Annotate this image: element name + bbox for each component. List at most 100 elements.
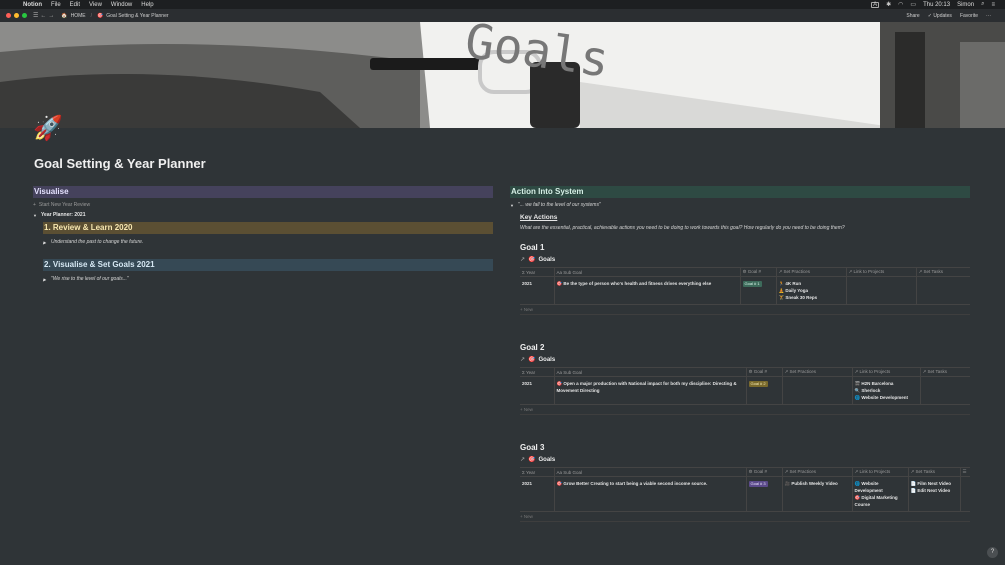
favorite-button[interactable]: Favorite: [960, 13, 978, 19]
cell-sub-goal[interactable]: 🎯 Be the type of person who's health and…: [554, 276, 741, 305]
cell-projects[interactable]: [846, 276, 917, 305]
cell-practices[interactable]: 🎥 Publish Weekly Video: [782, 476, 853, 512]
menu-window[interactable]: Window: [111, 2, 132, 8]
cell-tasks[interactable]: 📄 Film Next Video 📄 Edit Next Video: [908, 476, 961, 512]
goal-1-heading[interactable]: Goal 1: [520, 243, 970, 252]
col-goal-num[interactable]: ⚙ Goal #: [746, 467, 783, 477]
clock[interactable]: Thu 20:13: [923, 2, 950, 8]
practice-item[interactable]: 🎥 Publish Weekly Video: [785, 480, 850, 487]
cell-goal-num[interactable]: Goal # 3: [746, 476, 783, 512]
project-item[interactable]: 🎬 H2N Barcelona: [855, 380, 918, 387]
col-goal-num[interactable]: ⚙ Goal #: [740, 267, 777, 277]
practice-item[interactable]: 🏋 Sneak 30 Reps: [779, 294, 844, 301]
search-icon[interactable]: ⌕: [981, 1, 984, 8]
project-item[interactable]: 🌐 Website Development: [855, 480, 906, 494]
year-planner-toggle[interactable]: ▼ Year Planner: 2021: [33, 212, 493, 218]
bluetooth-icon[interactable]: ✱: [886, 1, 891, 8]
rocket-icon[interactable]: 🚀: [33, 115, 63, 143]
cell-sub-goal[interactable]: 🎯 Open a major production with National …: [554, 376, 747, 405]
battery-icon[interactable]: ▭: [910, 1, 916, 8]
user-name[interactable]: Simon: [957, 2, 974, 8]
cell-sub-goal[interactable]: 🎯 Grow Better Creating to start being a …: [554, 476, 747, 512]
menu-edit[interactable]: Edit: [70, 2, 80, 8]
cell-practices[interactable]: 🏃 4K Run 🧘 Daily Yoga 🏋 Sneak 30 Reps: [776, 276, 847, 305]
cell-projects[interactable]: 🎬 H2N Barcelona 🔍 Sherlock 🌐 Website Dev…: [852, 376, 921, 405]
menu-view[interactable]: View: [89, 2, 102, 8]
zoom-window-button[interactable]: [22, 13, 27, 18]
cell-goal-num[interactable]: Goal # 1: [740, 276, 777, 305]
cell-projects[interactable]: 🌐 Website Development 🎯 Digital Marketin…: [852, 476, 909, 512]
col-link-projects[interactable]: ↗ Link to Projects: [852, 467, 909, 477]
table-row[interactable]: 2021 🎯 Grow Better Creating to start bei…: [520, 476, 970, 512]
close-window-button[interactable]: [6, 13, 11, 18]
cell-goal-num[interactable]: Goal # 2: [746, 376, 783, 405]
new-row-button[interactable]: + New: [520, 305, 970, 315]
breadcrumb-home[interactable]: HOME: [71, 13, 86, 19]
keyboard-icon[interactable]: A: [871, 1, 880, 8]
col-set-practices[interactable]: ↗ Set Practices: [776, 267, 847, 277]
page-title[interactable]: Goal Setting & Year Planner: [34, 156, 206, 171]
project-item[interactable]: 🔍 Sherlock: [855, 387, 918, 394]
breadcrumb-page[interactable]: Goal Setting & Year Planner: [106, 13, 168, 19]
cell-year[interactable]: 2021: [520, 276, 555, 305]
cell-tasks[interactable]: [916, 276, 970, 305]
cover-image[interactable]: Goals: [0, 22, 1005, 128]
toggle-closed-icon[interactable]: ▶: [43, 277, 49, 282]
table-row[interactable]: 2021 🎯 Be the type of person who's healt…: [520, 276, 970, 305]
toggle-open-icon[interactable]: ▼: [510, 203, 516, 208]
col-link-projects[interactable]: ↗ Link to Projects: [852, 367, 921, 377]
sidebar-toggle-icon[interactable]: ☰←→: [33, 12, 56, 19]
action-heading[interactable]: Action Into System: [510, 186, 970, 198]
help-icon[interactable]: ?: [987, 547, 998, 558]
key-actions-heading[interactable]: Key Actions: [520, 214, 970, 221]
toggle-closed-icon[interactable]: ▶: [43, 240, 49, 245]
more-icon[interactable]: ···: [986, 13, 991, 19]
cell-year[interactable]: 2021: [520, 476, 555, 512]
minimize-window-button[interactable]: [14, 13, 19, 18]
visualise-heading[interactable]: Visualise: [33, 186, 493, 198]
col-sub-goal[interactable]: Aa Sub Goal: [554, 267, 741, 277]
updates-button[interactable]: ✓ Updates: [928, 13, 952, 19]
col-year[interactable]: Σ Year: [520, 267, 555, 277]
col-set-tasks[interactable]: ↗ Set Tasks: [908, 467, 961, 477]
col-year[interactable]: Σ Year: [520, 467, 555, 477]
col-sub-goal[interactable]: Aa Sub Goal: [554, 467, 747, 477]
cell-year[interactable]: 2021: [520, 376, 555, 405]
practice-item[interactable]: 🏃 4K Run: [779, 280, 844, 287]
project-item[interactable]: 🎯 Digital Marketing Course: [855, 494, 906, 508]
goal-2-heading[interactable]: Goal 2: [520, 343, 970, 352]
col-set-practices[interactable]: ↗ Set Practices: [782, 467, 853, 477]
col-set-tasks[interactable]: ↗ Set Tasks: [916, 267, 970, 277]
cell-practices[interactable]: [782, 376, 853, 405]
control-center-icon[interactable]: ≡: [991, 2, 995, 8]
systems-toggle[interactable]: ▼ "... we fall to the level of our syste…: [510, 202, 970, 208]
review-toggle[interactable]: ▶ Understand the past to change the futu…: [43, 239, 493, 245]
visualise-goals-heading[interactable]: 2. Visualise & Set Goals 2021: [43, 259, 493, 271]
goal-2-db-title[interactable]: ↗ 🎯 Goals: [520, 356, 970, 364]
new-row-button[interactable]: + New: [520, 405, 970, 415]
toggle-open-icon[interactable]: ▼: [33, 213, 39, 218]
table-row[interactable]: 2021 🎯 Open a major production with Nati…: [520, 376, 970, 405]
col-extra[interactable]: ☰: [960, 467, 970, 477]
cell-tasks[interactable]: [920, 376, 970, 405]
menu-file[interactable]: File: [51, 2, 61, 8]
col-sub-goal[interactable]: Aa Sub Goal: [554, 367, 747, 377]
project-item[interactable]: 🌐 Website Development: [855, 394, 918, 401]
col-set-practices[interactable]: ↗ Set Practices: [782, 367, 853, 377]
share-button[interactable]: Share: [906, 13, 919, 19]
goal-3-heading[interactable]: Goal 3: [520, 443, 970, 452]
practice-item[interactable]: 🧘 Daily Yoga: [779, 287, 844, 294]
goal-1-db-title[interactable]: ↗ 🎯 Goals: [520, 256, 970, 264]
goal-3-db-title[interactable]: ↗ 🎯 Goals: [520, 456, 970, 464]
task-item[interactable]: 📄 Film Next Video: [911, 480, 958, 487]
cell-extra[interactable]: [960, 476, 970, 512]
col-set-tasks[interactable]: ↗ Set Tasks: [920, 367, 970, 377]
col-goal-num[interactable]: ⚙ Goal #: [746, 367, 783, 377]
col-year[interactable]: Σ Year: [520, 367, 555, 377]
start-review-button[interactable]: + Start New Year Review: [33, 202, 493, 208]
review-heading[interactable]: 1. Review & Learn 2020: [43, 222, 493, 234]
menu-help[interactable]: Help: [141, 2, 153, 8]
menu-app[interactable]: Notion: [23, 2, 42, 8]
new-row-button[interactable]: + New: [520, 512, 970, 522]
task-item[interactable]: 📄 Edit Next Video: [911, 487, 958, 494]
